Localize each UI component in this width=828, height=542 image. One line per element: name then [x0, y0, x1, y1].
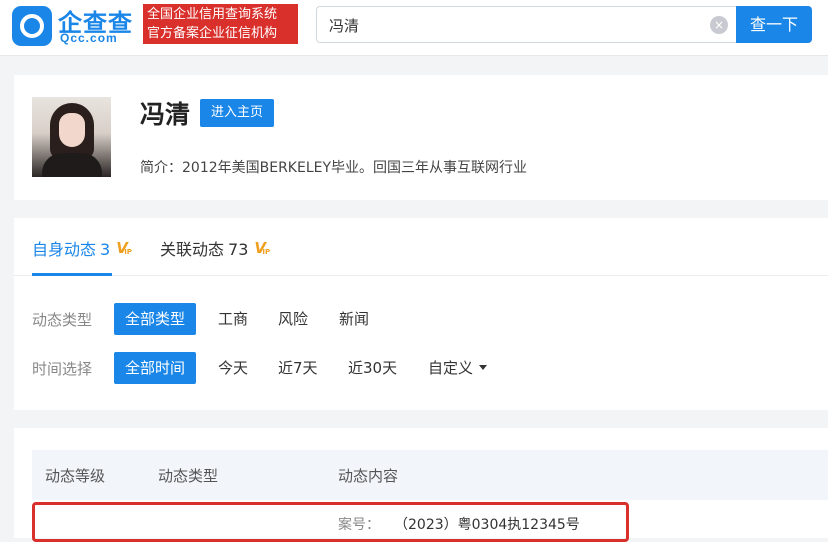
time-option-all[interactable]: 全部时间 — [114, 352, 197, 384]
time-filter-label: 时间选择 — [32, 360, 93, 378]
profile-intro: 简介：2012年美国BERKELEY毕业。回国三年从事互联网行业 — [140, 160, 528, 176]
caret-down-icon — [479, 365, 488, 370]
top-bar: 企查查 Qcc.com 全国企业信用查询系统 官方备案企业征信机构 冯清 × 查… — [0, 0, 828, 56]
avatar — [32, 97, 111, 177]
table-header: 动态等级 动态类型 动态内容 — [32, 450, 828, 500]
tab-self-dynamics[interactable]: 自身动态 3 V IP — [32, 236, 134, 260]
dynamics-filter-card: 自身动态 3 V IP 关联动态 73 V IP 动态类型 全部类型 工商 风险 新闻 时间… — [14, 218, 828, 410]
type-filter-label: 动态类型 — [32, 311, 93, 329]
clear-icon[interactable]: × — [710, 16, 728, 34]
tab-count: 3 — [100, 240, 111, 259]
case-number-value: （2023）粤0304执12345号 — [394, 517, 580, 533]
slogan-banner: 全国企业信用查询系统 官方备案企业征信机构 — [143, 4, 298, 44]
slogan-line-2: 官方备案企业征信机构 — [147, 26, 278, 41]
case-number-label: 案号： — [338, 517, 380, 533]
dynamics-table-card: 动态等级 动态类型 动态内容 案号： （2023）粤0304执12345号 — [14, 428, 828, 542]
tab-related-dynamics[interactable]: 关联动态 73 V IP — [160, 236, 272, 260]
type-option-news[interactable]: 新闻 — [339, 303, 369, 335]
col-type: 动态类型 — [158, 467, 219, 485]
type-option-all[interactable]: 全部类型 — [114, 303, 197, 335]
vip-icon: V IP — [116, 239, 132, 257]
custom-label: 自定义 — [428, 359, 474, 377]
type-option-business[interactable]: 工商 — [218, 303, 248, 335]
search-input[interactable]: 冯清 — [329, 15, 359, 36]
qcc-logo[interactable]: 企查查 Qcc.com — [12, 6, 140, 46]
time-option-today[interactable]: 今天 — [218, 352, 248, 384]
tab-label: 自身动态 — [32, 240, 97, 259]
col-content: 动态内容 — [338, 467, 399, 485]
tab-count: 73 — [228, 240, 249, 259]
qcc-logo-icon — [12, 6, 52, 46]
tab-bar: 自身动态 3 V IP 关联动态 73 V IP — [14, 218, 828, 276]
tab-label: 关联动态 — [160, 240, 225, 259]
time-option-7days[interactable]: 近7天 — [278, 352, 318, 384]
active-tab-indicator — [32, 273, 112, 276]
search-button[interactable]: 查一下 — [736, 6, 812, 43]
profile-card: 冯清 进入主页 简介：2012年美国BERKELEY毕业。回国三年从事互联网行业 — [14, 75, 828, 200]
slogan-line-1: 全国企业信用查询系统 — [147, 7, 278, 22]
enter-homepage-button[interactable]: 进入主页 — [200, 99, 274, 127]
col-level: 动态等级 — [45, 467, 106, 485]
type-option-risk[interactable]: 风险 — [278, 303, 308, 335]
time-option-30days[interactable]: 近30天 — [348, 352, 397, 384]
logo-domain: Qcc.com — [60, 31, 118, 45]
search-box[interactable]: 冯清 × — [316, 6, 736, 43]
time-option-custom[interactable]: 自定义 — [428, 352, 488, 384]
vip-icon: V IP — [254, 239, 271, 257]
person-name: 冯清 — [140, 100, 191, 129]
